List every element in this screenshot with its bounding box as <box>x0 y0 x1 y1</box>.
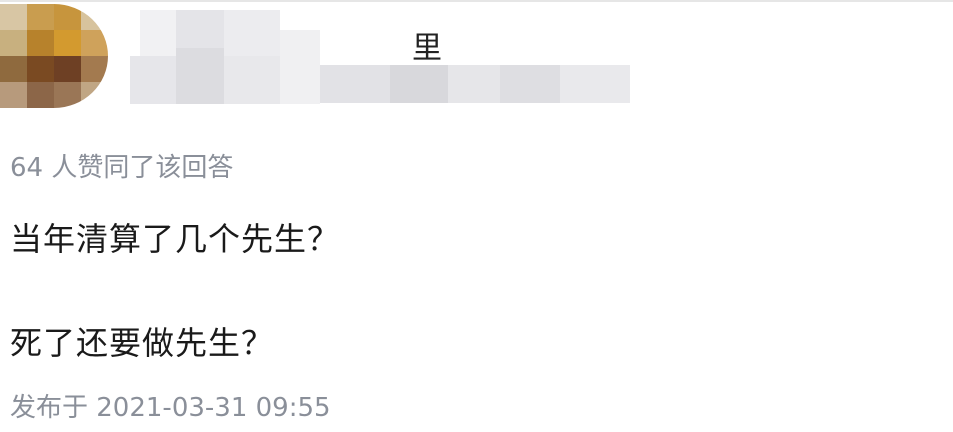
avatar[interactable] <box>0 4 108 108</box>
likes-count: 64 人赞同了该回答 <box>10 153 234 183</box>
answer-line-2: 死了还要做先生？ <box>10 324 275 362</box>
author-name-blurred[interactable]: 里 <box>130 10 630 110</box>
top-divider <box>0 0 953 2</box>
answer-line-1: 当年清算了几个先生？ <box>10 220 341 258</box>
publish-timestamp: 发布于 2021-03-31 09:55 <box>10 393 331 423</box>
author-name-fragment: 里 <box>412 31 442 66</box>
